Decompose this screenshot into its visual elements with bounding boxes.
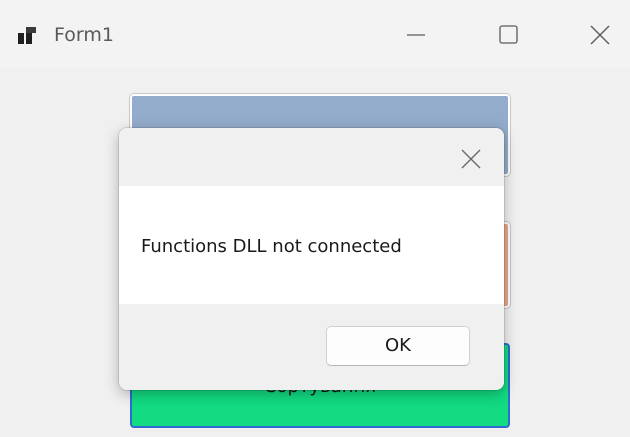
- close-button[interactable]: [554, 0, 630, 68]
- minimize-button[interactable]: [372, 0, 460, 68]
- message-box-footer: OK: [119, 304, 504, 390]
- close-icon: [590, 25, 610, 45]
- message-box-close-button[interactable]: [445, 134, 499, 182]
- message-box-body: Functions DLL not connected: [119, 186, 504, 304]
- app-form-icon: [18, 27, 38, 45]
- window-title: Form1: [54, 24, 114, 46]
- minimize-icon: [407, 34, 425, 36]
- message-text: Functions DLL not connected: [141, 236, 402, 257]
- main-window: Form1 Сортування: [0, 0, 630, 437]
- maximize-icon: [499, 25, 518, 44]
- close-icon: [461, 149, 481, 169]
- maximize-button[interactable]: [464, 0, 552, 68]
- message-box-header: [119, 128, 504, 186]
- ok-button[interactable]: OK: [326, 326, 470, 366]
- title-bar[interactable]: Form1: [0, 0, 630, 68]
- message-box: Functions DLL not connected OK: [119, 128, 504, 390]
